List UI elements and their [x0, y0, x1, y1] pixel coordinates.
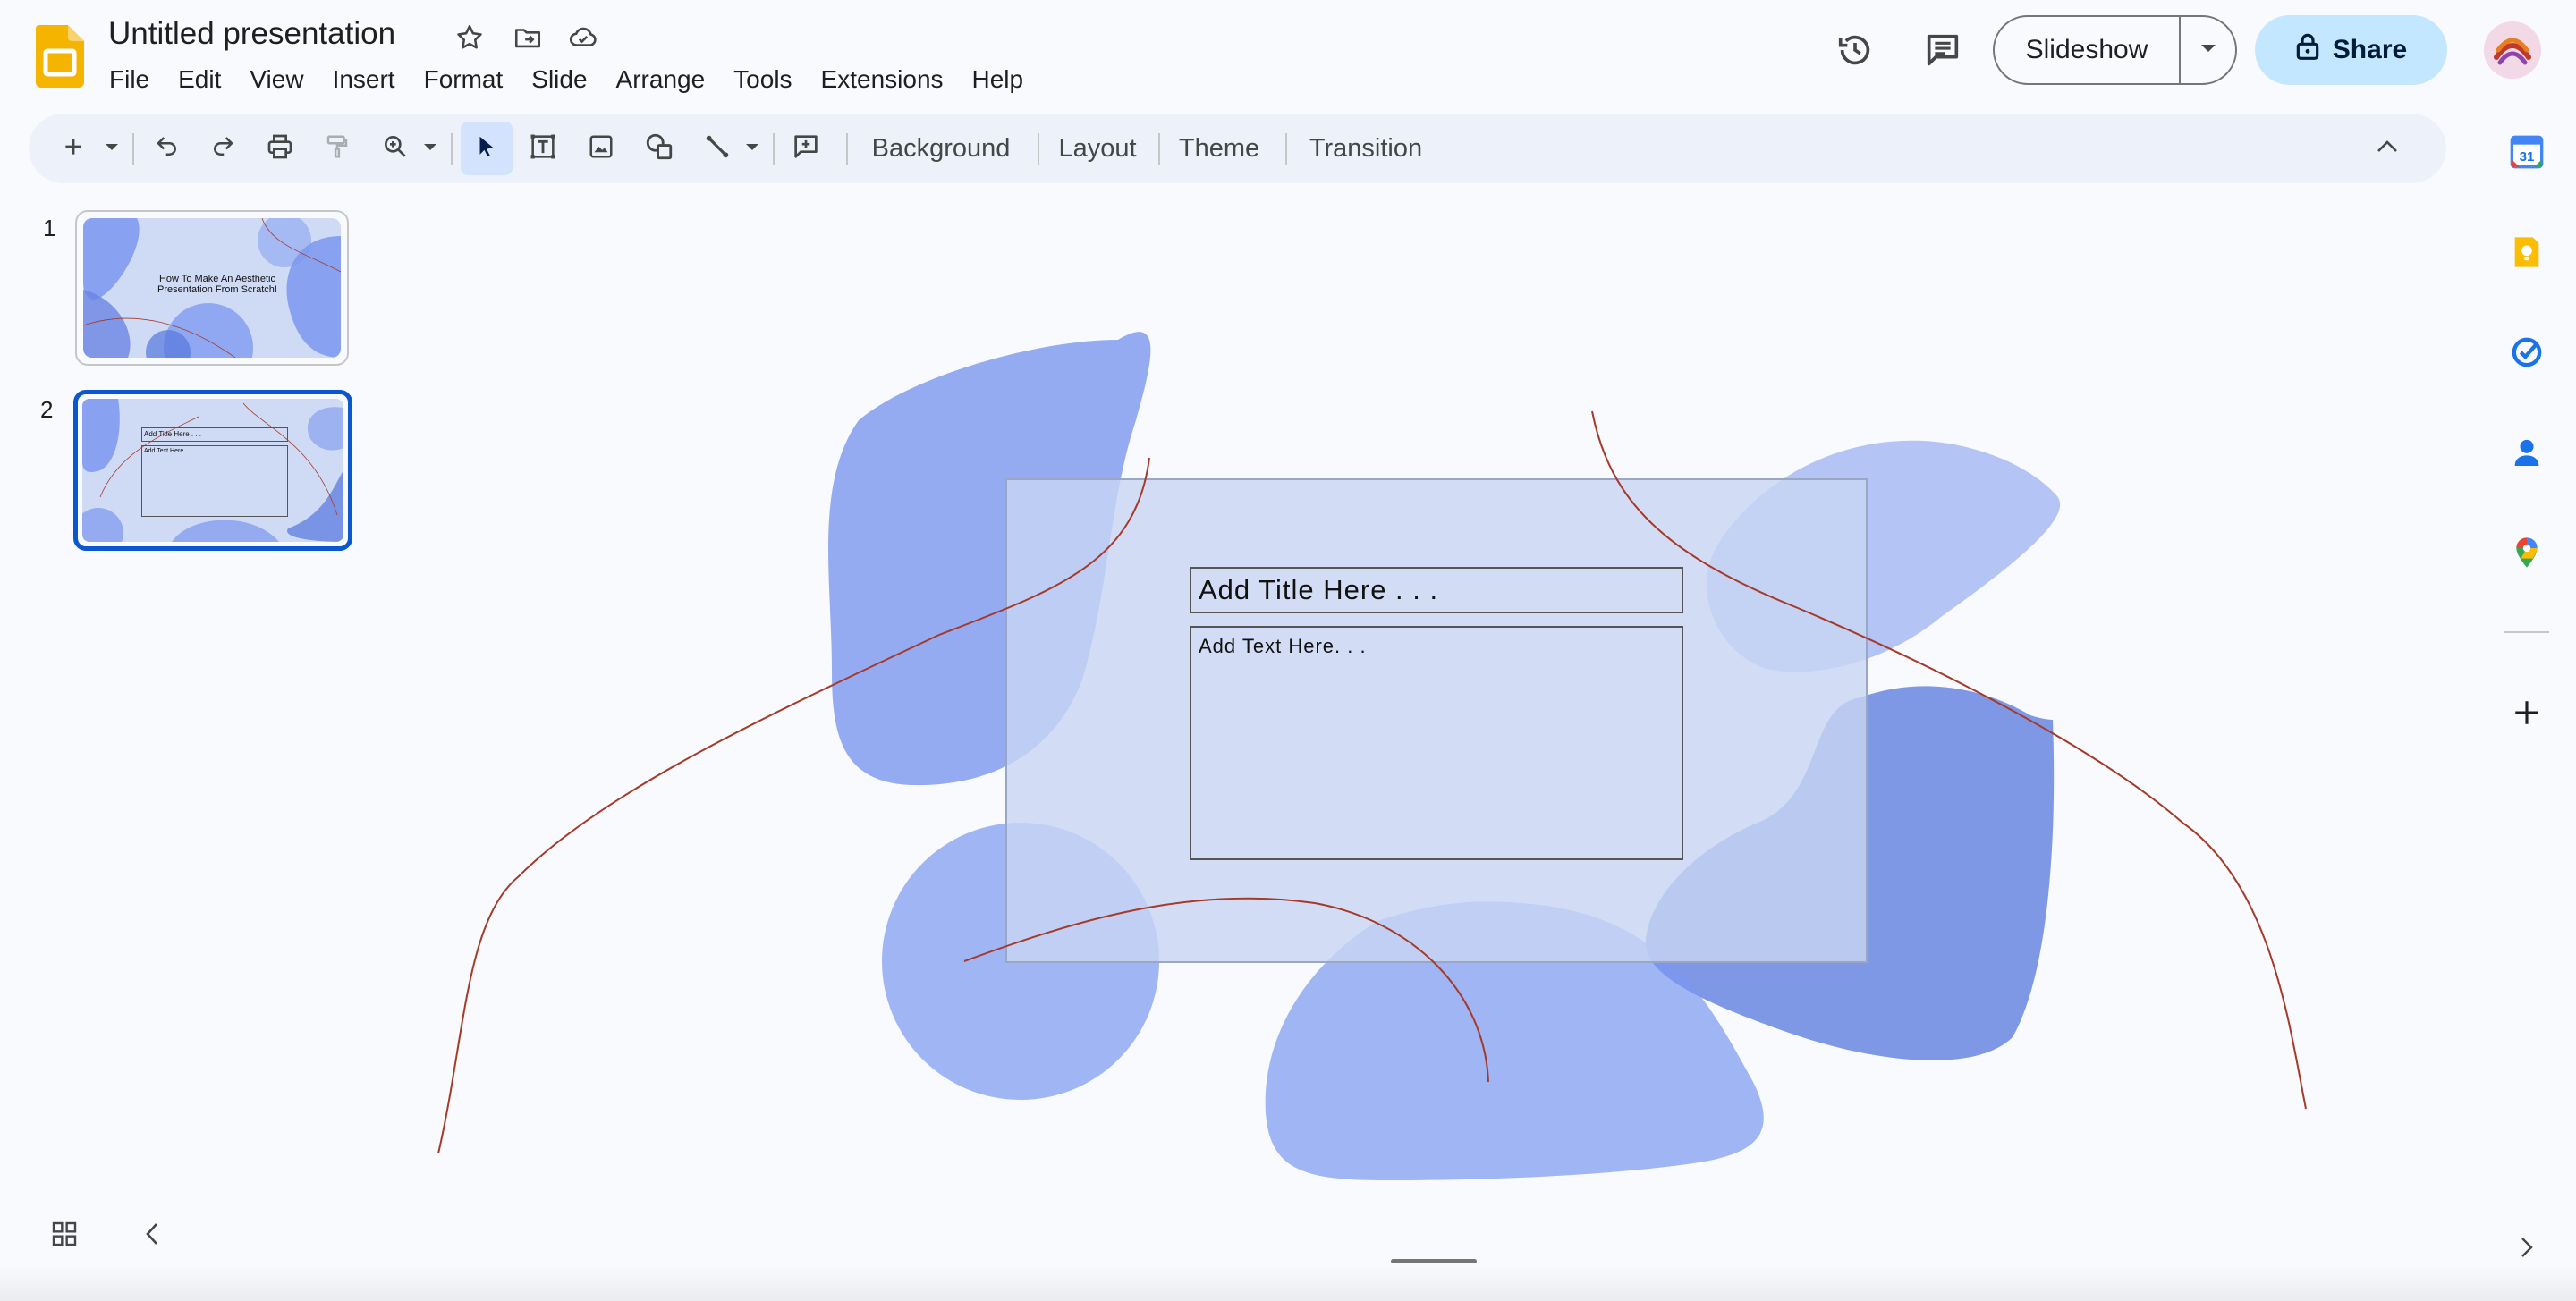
- thumbnail-text-box: Add Text Here. . .: [141, 445, 288, 517]
- keep-icon[interactable]: [2506, 232, 2547, 273]
- side-panel-divider: [2504, 631, 2549, 633]
- slide-number: 2: [40, 396, 54, 423]
- chevron-left-icon: [144, 1221, 160, 1251]
- thumbnail-title-line: Presentation From Scratch!: [157, 284, 277, 295]
- grid-view-icon: [50, 1220, 79, 1253]
- slide-title-placeholder[interactable]: Add Title Here . . .: [1190, 567, 1683, 613]
- slide-text-placeholder[interactable]: Add Text Here. . .: [1190, 626, 1683, 860]
- tasks-icon[interactable]: [2506, 332, 2547, 373]
- bottom-edge: [0, 1265, 2576, 1301]
- collapse-filmstrip-button[interactable]: [134, 1218, 170, 1254]
- slide-number: 1: [43, 215, 56, 241]
- speaker-notes-resize-handle[interactable]: [1391, 1259, 1477, 1263]
- plus-icon[interactable]: [2506, 692, 2547, 733]
- maps-icon[interactable]: [2506, 532, 2547, 573]
- chevron-right-icon: [2520, 1236, 2534, 1263]
- slide-thumbnail-2-selected[interactable]: Add Title Here . . . Add Text Here. . .: [73, 390, 352, 551]
- contacts-icon[interactable]: [2506, 432, 2547, 473]
- calendar-icon[interactable]: 31: [2506, 131, 2547, 173]
- show-side-panel-button[interactable]: [2506, 1229, 2547, 1270]
- thumbnail-title-line: How To Make An Aesthetic: [158, 274, 276, 284]
- svg-text:31: 31: [2520, 149, 2535, 165]
- thumbnail-title-box: Add Title Here . . .: [141, 427, 288, 442]
- slide-thumbnail-1[interactable]: How To Make An Aesthetic Presentation Fr…: [75, 210, 349, 366]
- grid-view-button[interactable]: [45, 1216, 84, 1255]
